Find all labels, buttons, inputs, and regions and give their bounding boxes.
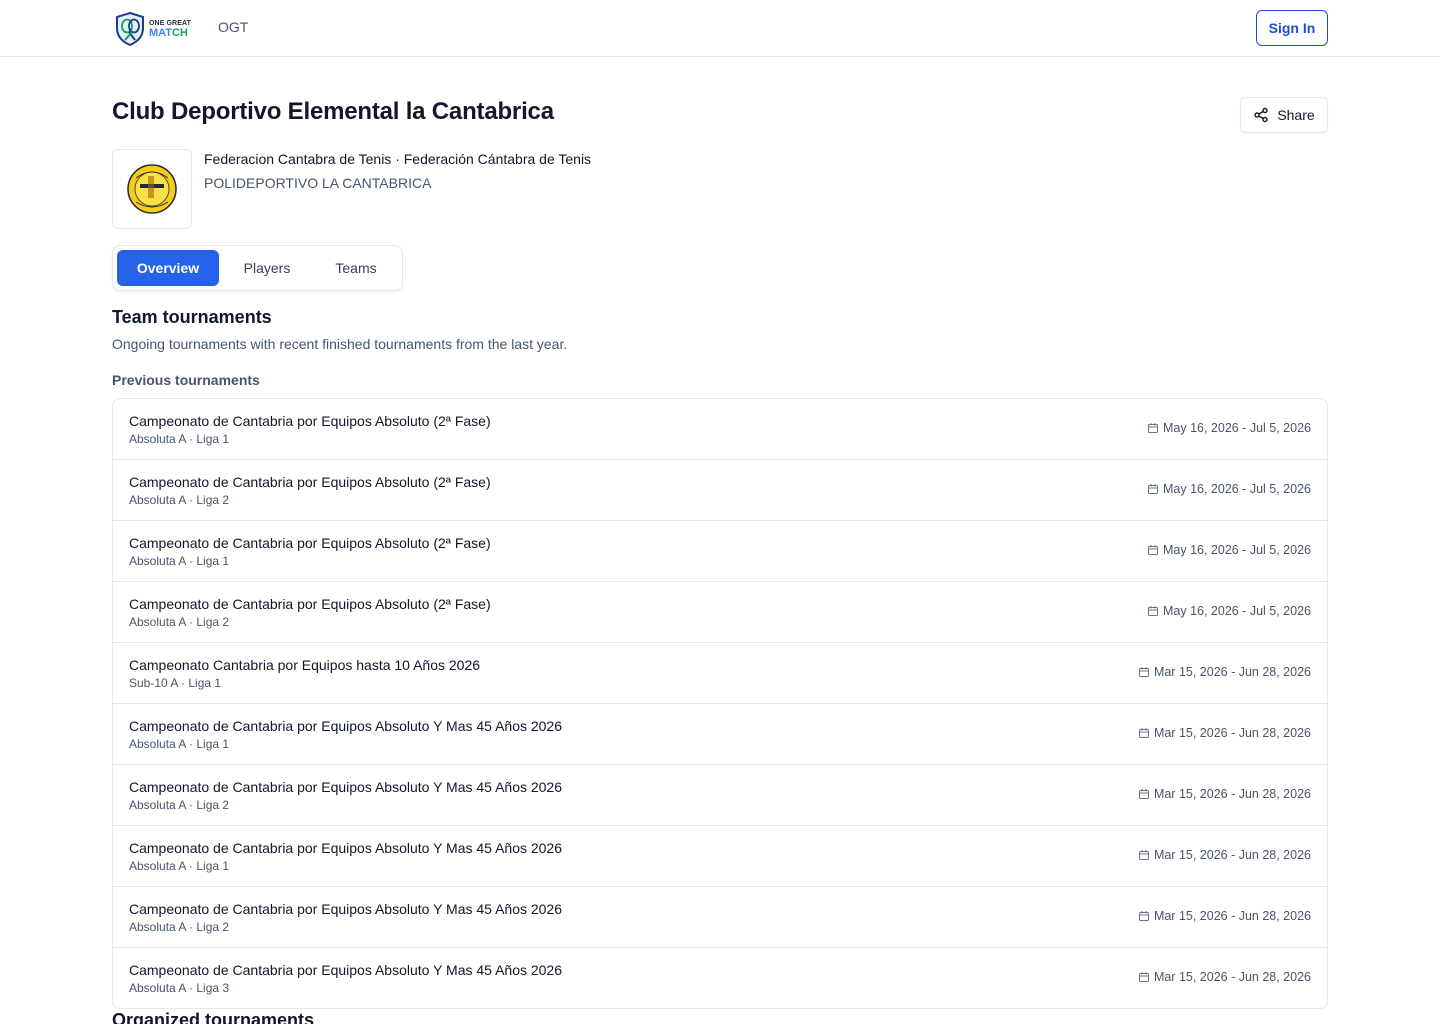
tournament-row[interactable]: Campeonato de Cantabria por Equipos Abso… xyxy=(113,582,1327,643)
tournament-date-range: Mar 15, 2026 - Jun 28, 2026 xyxy=(1153,665,1311,679)
calendar-icon xyxy=(1147,423,1158,433)
tab-players[interactable]: Players xyxy=(225,250,309,286)
team-tournaments-description: Ongoing tournaments with recent finished… xyxy=(112,336,568,352)
tournament-dates: Mar 15, 2026 - Jun 28, 2026 xyxy=(1138,848,1311,862)
calendar-icon xyxy=(1138,972,1149,982)
tournament-dates: Mar 15, 2026 - Jun 28, 2026 xyxy=(1138,970,1311,984)
tab-overview[interactable]: Overview xyxy=(117,250,219,286)
tournament-title: Campeonato de Cantabria por Equipos Abso… xyxy=(129,840,563,856)
tournament-row[interactable]: Campeonato de Cantabria por Equipos Abso… xyxy=(113,948,1327,1008)
tab-bar: Overview Players Teams xyxy=(112,245,403,291)
logo-line-2a: MAT xyxy=(149,26,173,39)
tournament-title: Campeonato de Cantabria por Equipos Abso… xyxy=(129,474,491,490)
tournament-dates: Mar 15, 2026 - Jun 28, 2026 xyxy=(1138,726,1311,740)
tournament-title: Campeonato de Cantabria por Equipos Abso… xyxy=(129,718,563,734)
tournament-row[interactable]: Campeonato de Cantabria por Equipos Abso… xyxy=(113,704,1327,765)
tournament-dates: Mar 15, 2026 - Jun 28, 2026 xyxy=(1138,665,1311,679)
tournament-title: Campeonato de Cantabria por Equipos Abso… xyxy=(129,535,491,551)
tournament-category: Absoluta A · Liga 1 xyxy=(129,859,230,873)
tournament-dates: May 16, 2026 - Jul 5, 2026 xyxy=(1147,482,1311,496)
previous-tournaments-label: Previous tournaments xyxy=(112,372,260,388)
team-tournaments-heading: Team tournaments xyxy=(112,307,272,327)
club-logo xyxy=(112,149,192,229)
tournament-category: Absoluta A · Liga 2 xyxy=(129,920,230,934)
club-crest xyxy=(127,164,177,214)
tournament-category: Absoluta A · Liga 3 xyxy=(129,981,230,995)
tournament-date-range: Mar 15, 2026 - Jun 28, 2026 xyxy=(1153,787,1311,801)
tournament-date-range: Mar 15, 2026 - Jun 28, 2026 xyxy=(1153,726,1311,740)
tournament-title: Campeonato de Cantabria por Equipos Abso… xyxy=(129,596,491,612)
tournament-date-range: May 16, 2026 - Jul 5, 2026 xyxy=(1162,543,1311,557)
tournament-date-range: May 16, 2026 - Jul 5, 2026 xyxy=(1162,604,1311,618)
tournament-dates: May 16, 2026 - Jul 5, 2026 xyxy=(1147,604,1311,618)
tournament-dates: Mar 15, 2026 - Jun 28, 2026 xyxy=(1138,787,1311,801)
logo-line-1: ONE GREAT xyxy=(149,19,191,27)
organized-tournaments-heading: Organized tournaments xyxy=(112,1010,315,1024)
logo-line-2b: CH xyxy=(172,26,188,39)
tournament-row[interactable]: Campeonato de Cantabria por Equipos Abso… xyxy=(113,460,1327,521)
calendar-icon xyxy=(1138,789,1149,799)
tournament-date-range: Mar 15, 2026 - Jun 28, 2026 xyxy=(1153,848,1311,862)
calendar-icon xyxy=(1138,728,1149,738)
shield-racket-icon xyxy=(116,12,144,46)
share-button[interactable]: Share xyxy=(1240,97,1328,133)
tournament-row[interactable]: Campeonato de Cantabria por Equipos Abso… xyxy=(113,826,1327,887)
tournament-date-range: Mar 15, 2026 - Jun 28, 2026 xyxy=(1153,909,1311,923)
tournament-dates: May 16, 2026 - Jul 5, 2026 xyxy=(1147,543,1311,557)
top-navbar: ONE GREAT MATCH OGT Sign In xyxy=(0,0,1440,57)
tournament-row[interactable]: Campeonato Cantabria por Equipos hasta 1… xyxy=(113,643,1327,704)
tournament-category: Absoluta A · Liga 1 xyxy=(129,432,230,446)
federation-link[interactable]: Federacion Cantabra de Tenis · Federació… xyxy=(204,151,591,167)
calendar-icon xyxy=(1147,545,1158,555)
tournament-category: Absoluta A · Liga 1 xyxy=(129,554,230,568)
tournament-date-range: Mar 15, 2026 - Jun 28, 2026 xyxy=(1153,970,1311,984)
tournament-date-range: May 16, 2026 - Jul 5, 2026 xyxy=(1162,482,1311,496)
tournament-dates: May 16, 2026 - Jul 5, 2026 xyxy=(1147,421,1311,435)
sign-in-button[interactable]: Sign In xyxy=(1256,10,1328,46)
share-label: Share xyxy=(1277,107,1315,123)
tournament-row[interactable]: Campeonato de Cantabria por Equipos Abso… xyxy=(113,887,1327,948)
tournament-row[interactable]: Campeonato de Cantabria por Equipos Abso… xyxy=(113,399,1327,460)
tournament-row[interactable]: Campeonato de Cantabria por Equipos Abso… xyxy=(113,521,1327,582)
tournament-title: Campeonato de Cantabria por Equipos Abso… xyxy=(129,901,563,917)
tournament-title: Campeonato Cantabria por Equipos hasta 1… xyxy=(129,657,481,673)
tournament-category: Absoluta A · Liga 1 xyxy=(129,737,230,751)
calendar-icon xyxy=(1138,667,1149,677)
calendar-icon xyxy=(1138,850,1149,860)
tournament-title: Campeonato de Cantabria por Equipos Abso… xyxy=(129,962,563,978)
brand-link[interactable]: OGT xyxy=(218,19,248,35)
tournament-title: Campeonato de Cantabria por Equipos Abso… xyxy=(129,413,491,429)
tournament-dates: Mar 15, 2026 - Jun 28, 2026 xyxy=(1138,909,1311,923)
tab-teams[interactable]: Teams xyxy=(315,250,397,286)
calendar-icon xyxy=(1138,911,1149,921)
calendar-icon xyxy=(1147,606,1158,616)
tournament-category: Absoluta A · Liga 2 xyxy=(129,493,230,507)
venue-name: POLIDEPORTIVO LA CANTABRICA xyxy=(204,175,432,191)
share-icon xyxy=(1254,107,1269,123)
tournament-date-range: May 16, 2026 - Jul 5, 2026 xyxy=(1162,421,1311,435)
tournament-title: Campeonato de Cantabria por Equipos Abso… xyxy=(129,779,563,795)
app-logo[interactable]: ONE GREAT MATCH xyxy=(115,10,193,48)
tournament-category: Sub-10 A · Liga 1 xyxy=(129,676,222,690)
tournament-list: Campeonato de Cantabria por Equipos Abso… xyxy=(112,398,1328,1009)
tournament-category: Absoluta A · Liga 2 xyxy=(129,798,230,812)
calendar-icon xyxy=(1147,484,1158,494)
tournament-category: Absoluta A · Liga 2 xyxy=(129,615,230,629)
page-title: Club Deportivo Elemental la Cantabrica xyxy=(112,98,554,125)
tournament-row[interactable]: Campeonato de Cantabria por Equipos Abso… xyxy=(113,765,1327,826)
